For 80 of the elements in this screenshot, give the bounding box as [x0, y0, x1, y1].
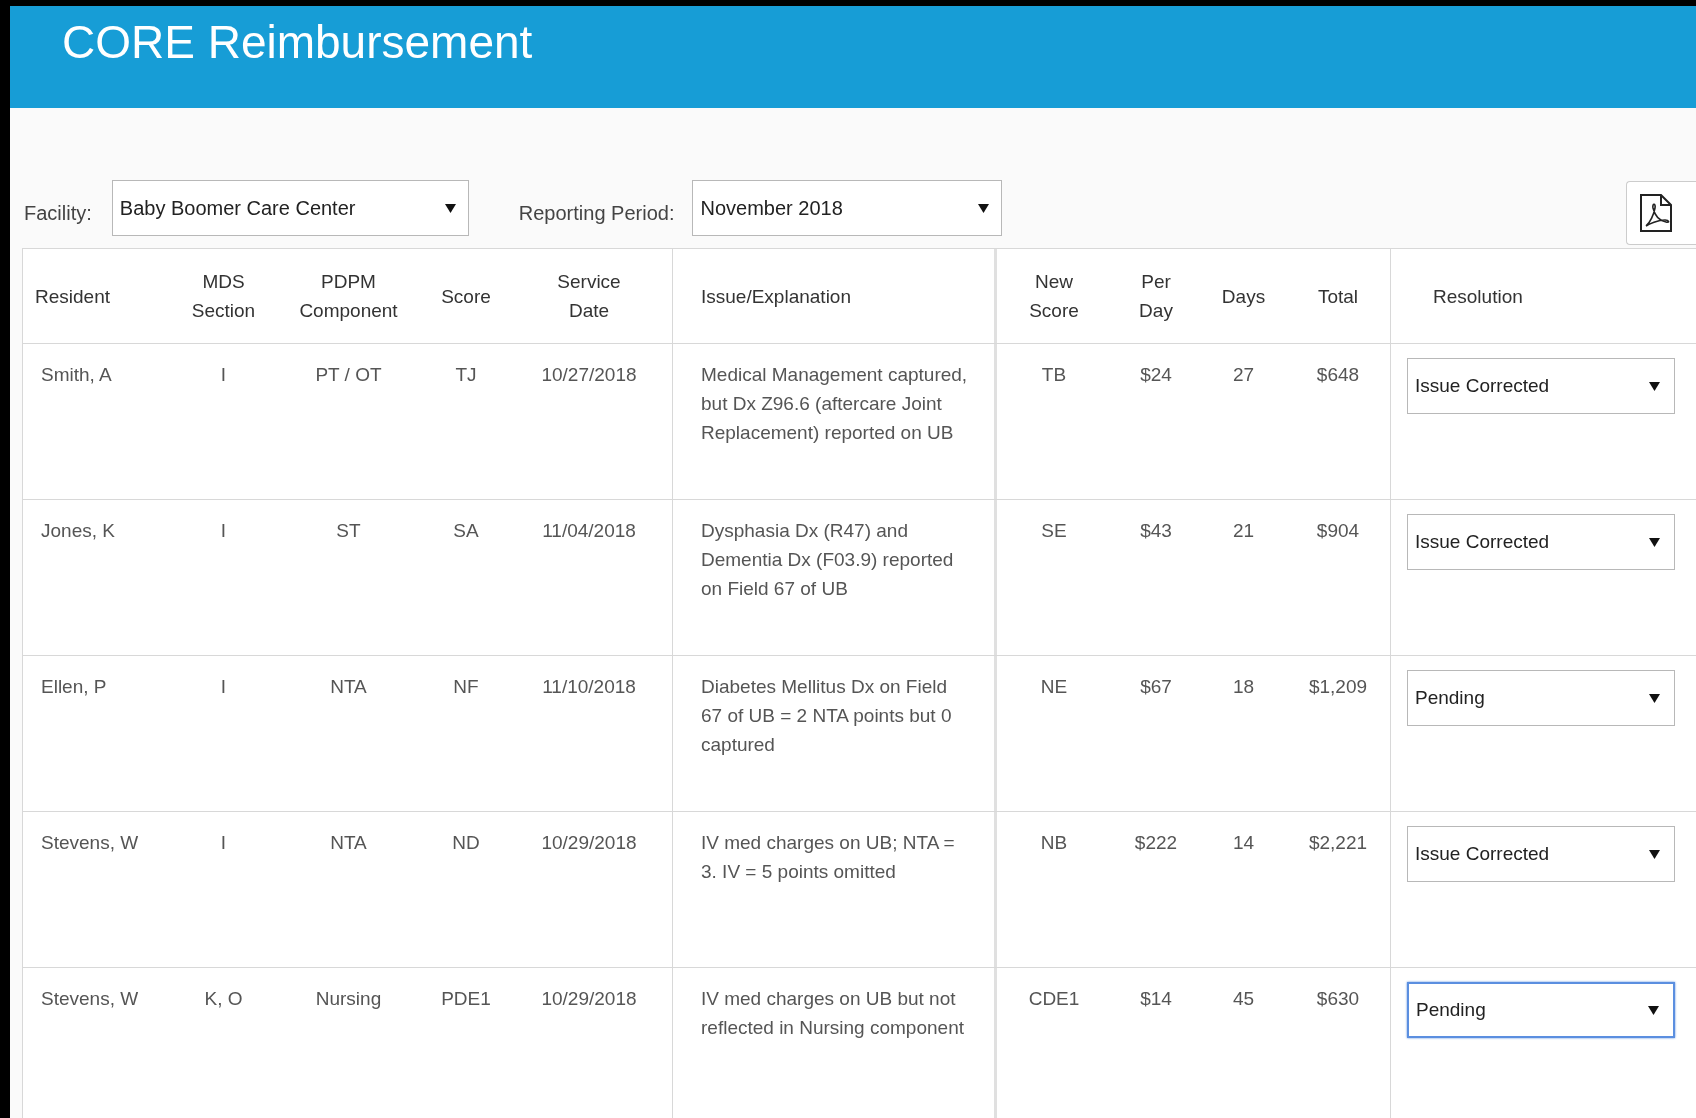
- table-cell-text: $1,209: [1308, 675, 1368, 699]
- table-cell-text: $67: [1140, 675, 1172, 699]
- table-cell-text: $904: [1316, 519, 1360, 543]
- table-cell-text: PT / OT: [315, 363, 382, 387]
- caret-icon: [1649, 537, 1660, 547]
- table-cell-text: Stevens, W: [41, 987, 139, 1011]
- caret-icon: [1648, 1005, 1659, 1015]
- dropdown[interactable]: November 2018: [692, 180, 1003, 236]
- table-cell-text: Nursing: [315, 987, 382, 1011]
- dropdown[interactable]: Issue Corrected: [1407, 514, 1675, 570]
- table-cell-text: I: [220, 675, 227, 699]
- table-cell-text: 11/10/2018: [542, 675, 636, 699]
- issue-text: IV med charges on UB but not reflected in Nursing component: [701, 987, 965, 1040]
- column-header: Score: [441, 284, 491, 309]
- table-cell-text: SA: [453, 519, 479, 543]
- column-header: Days: [1221, 284, 1266, 309]
- table-cell-text: 10/29/2018: [541, 831, 637, 855]
- table-cell-text: I: [220, 831, 227, 855]
- table-cell-text: $24: [1140, 363, 1172, 387]
- issue-text: Medical Management captured, but Dx Z96.6 (aftercare Joint Replacement) reported on UB: [701, 363, 969, 445]
- column-header: Service Date: [557, 270, 621, 323]
- table-cell-text: Ellen, P: [41, 675, 107, 699]
- table-cell-text: CDE1: [1028, 987, 1080, 1011]
- filter-label: Facility:: [24, 201, 92, 226]
- table-cell-text: ST: [336, 519, 361, 543]
- caret-icon: [1649, 849, 1660, 859]
- table-cell-text: ND: [452, 831, 480, 855]
- column-header: New Score: [1029, 270, 1079, 323]
- table-cell-text: $14: [1140, 987, 1172, 1011]
- table-cell-text: $222: [1134, 831, 1178, 855]
- dropdown[interactable]: Issue Corrected: [1407, 358, 1675, 414]
- table-cell-text: NB: [1040, 831, 1068, 855]
- table-cell-text: TJ: [455, 363, 477, 387]
- column-header: Per Day: [1139, 270, 1173, 323]
- table-cell-text: I: [220, 363, 227, 387]
- table-cell-text: SE: [1041, 519, 1067, 543]
- page-title: CORE Reimbursement: [62, 15, 533, 70]
- table-cell-text: NTA: [330, 675, 367, 699]
- table-cell-text: Jones, K: [41, 519, 115, 543]
- table-cell-text: 14: [1232, 831, 1255, 855]
- issue-text: Diabetes Mellitus Dx on Field 67 of UB = 2 NTA points but 0 captured: [701, 675, 953, 757]
- column-header: PDPM Component: [299, 270, 398, 323]
- issue-text: IV med charges on UB; NTA = 3. IV = 5 points omitted: [701, 831, 956, 884]
- column-header: Total: [1317, 284, 1359, 309]
- issue-text: Dysphasia Dx (R47) and Dementia Dx (F03.9) reported on Field 67 of UB: [701, 519, 955, 601]
- table-cell-text: 11/04/2018: [542, 519, 636, 543]
- table-cell-text: TB: [1041, 363, 1067, 387]
- table-cell-text: $648: [1316, 363, 1360, 387]
- dropdown[interactable]: Issue Corrected: [1407, 826, 1675, 882]
- caret-icon: [1649, 381, 1660, 391]
- column-header: MDS Section: [191, 270, 256, 323]
- table-cell-text: K, O: [204, 987, 243, 1011]
- table-cell-text: 18: [1232, 675, 1255, 699]
- table-cell-text: PDE1: [441, 987, 491, 1011]
- column-header: Issue/Explanation: [701, 284, 851, 309]
- table-cell-text: NE: [1040, 675, 1068, 699]
- table-cell-text: I: [220, 519, 227, 543]
- column-header: Resident: [35, 284, 110, 309]
- caret-icon: [1649, 693, 1660, 703]
- column-header: Resolution: [1433, 284, 1523, 309]
- table-cell-text: 10/27/2018: [541, 363, 637, 387]
- table-cell-text: Stevens, W: [41, 831, 139, 855]
- pdf-document-icon: [1639, 193, 1673, 233]
- filter-label: Reporting Period:: [518, 201, 675, 226]
- caret-icon: [444, 203, 456, 213]
- table-cell-text: 45: [1232, 987, 1255, 1011]
- table-cell-text: $43: [1140, 519, 1172, 543]
- table-cell-text: 21: [1232, 519, 1255, 543]
- pdf-export-button[interactable]: [1626, 181, 1696, 245]
- caret-icon: [978, 203, 990, 213]
- table-cell-text: $630: [1316, 987, 1360, 1011]
- dropdown[interactable]: Pending: [1407, 670, 1675, 726]
- dropdown[interactable]: Pending: [1407, 982, 1675, 1038]
- table-cell-text: NTA: [330, 831, 367, 855]
- table-cell-text: Smith, A: [41, 363, 112, 387]
- dropdown[interactable]: Baby Boomer Care Center: [111, 180, 469, 236]
- table-cell-text: NF: [453, 675, 479, 699]
- table-cell-text: 10/29/2018: [541, 987, 637, 1011]
- table-cell-text: 27: [1232, 363, 1255, 387]
- table-cell-text: $2,221: [1308, 831, 1368, 855]
